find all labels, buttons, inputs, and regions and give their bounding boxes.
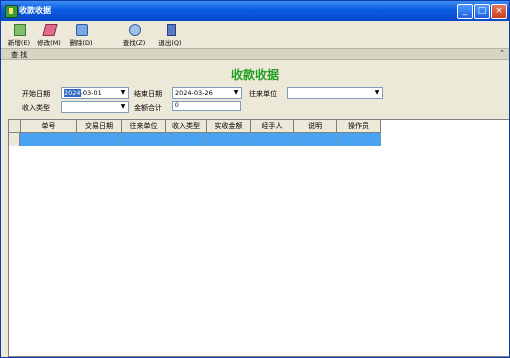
column-header-income-type[interactable]: 收入类型 (166, 120, 207, 132)
title-bar: 收款收据 _ □ × (1, 1, 509, 21)
table-cell[interactable] (122, 133, 166, 146)
start-date-rest: -03-01 (80, 89, 102, 97)
partner-select[interactable]: ▼ (287, 87, 383, 99)
table-cell[interactable] (207, 133, 251, 146)
income-type-label: 收入类型 (22, 104, 50, 112)
chevron-down-icon[interactable]: ▼ (231, 88, 241, 98)
records-table[interactable]: 单号 交易日期 往来单位 收入类型 实收金额 经手人 说明 操作员 (8, 119, 509, 357)
find-icon (129, 24, 141, 36)
table-cell[interactable] (77, 133, 122, 146)
row-indicator[interactable] (9, 133, 20, 146)
table-cell[interactable] (337, 133, 381, 146)
income-type-select[interactable]: ▼ (61, 101, 129, 113)
add-button[interactable]: 新增(E) (4, 21, 34, 47)
find-label: 查找(Z) (122, 39, 146, 47)
column-header-partner[interactable]: 往来单位 (122, 120, 166, 132)
find-button[interactable]: 查找(Z) (119, 21, 149, 47)
table-header: 单号 交易日期 往来单位 收入类型 实收金额 经手人 说明 操作员 (9, 120, 381, 133)
start-date-year: 2024 (64, 89, 81, 97)
column-header-handler[interactable]: 经手人 (251, 120, 294, 132)
table-row[interactable] (9, 133, 381, 146)
row-indicator-header (9, 120, 21, 132)
window-title: 收款收据 (19, 6, 51, 15)
minimize-icon: _ (462, 6, 468, 16)
table-cell[interactable] (294, 133, 337, 146)
column-header-date[interactable]: 交易日期 (77, 120, 122, 132)
end-date-value: 2024-03-26 (175, 89, 213, 97)
page-title: 收款收据 (230, 68, 279, 82)
delete-label: 删除(D) (69, 39, 93, 47)
chevron-down-icon[interactable]: ▼ (372, 88, 382, 98)
amount-total-input[interactable] (172, 101, 241, 111)
edit-icon (42, 24, 58, 36)
close-icon: × (495, 6, 503, 16)
chevron-down-icon[interactable]: ▼ (118, 88, 128, 98)
chevrons-up-icon[interactable]: ⌃ (499, 49, 505, 57)
query-bar[interactable]: 查 找 ⌃ (1, 48, 509, 60)
column-header-operator[interactable]: 操作员 (337, 120, 381, 132)
app-icon (5, 5, 18, 18)
edit-button[interactable]: 修改(M) (34, 21, 64, 47)
table-cell[interactable] (21, 133, 77, 146)
column-header-description[interactable]: 说明 (294, 120, 337, 132)
close-button[interactable]: × (491, 4, 507, 19)
end-date-picker[interactable]: 2024-03-26 ▼ (172, 87, 242, 99)
minimize-button[interactable]: _ (457, 4, 473, 19)
table-cell[interactable] (251, 133, 294, 146)
app-window: 收款收据 _ □ × 新增(E) 修改(M) 删除(D) 查找(Z) 退出(Q)… (0, 0, 510, 358)
partner-label: 往来单位 (249, 90, 277, 98)
column-header-received-amount[interactable]: 实收金额 (207, 120, 251, 132)
maximize-button[interactable]: □ (474, 4, 490, 19)
exit-icon (167, 24, 176, 36)
start-date-picker[interactable]: 2024-03-01 ▼ (61, 87, 129, 99)
table-cell[interactable] (166, 133, 207, 146)
column-header-number[interactable]: 单号 (21, 120, 77, 132)
delete-button[interactable]: 删除(D) (65, 21, 97, 47)
edit-label: 修改(M) (37, 39, 61, 47)
exit-button[interactable]: 退出(Q) (153, 21, 187, 47)
add-label: 新增(E) (7, 39, 31, 47)
exit-label: 退出(Q) (158, 39, 182, 47)
end-date-label: 结束日期 (134, 90, 162, 98)
start-date-label: 开始日期 (22, 90, 50, 98)
add-icon (14, 24, 26, 36)
chevron-down-icon[interactable]: ▼ (118, 102, 128, 112)
maximize-icon: □ (477, 6, 487, 16)
amount-total-label: 金额合计 (134, 104, 162, 112)
delete-icon (76, 24, 88, 36)
toolbar: 新增(E) 修改(M) 删除(D) 查找(Z) 退出(Q) (1, 21, 509, 47)
query-bar-label: 查 找 (11, 51, 28, 59)
